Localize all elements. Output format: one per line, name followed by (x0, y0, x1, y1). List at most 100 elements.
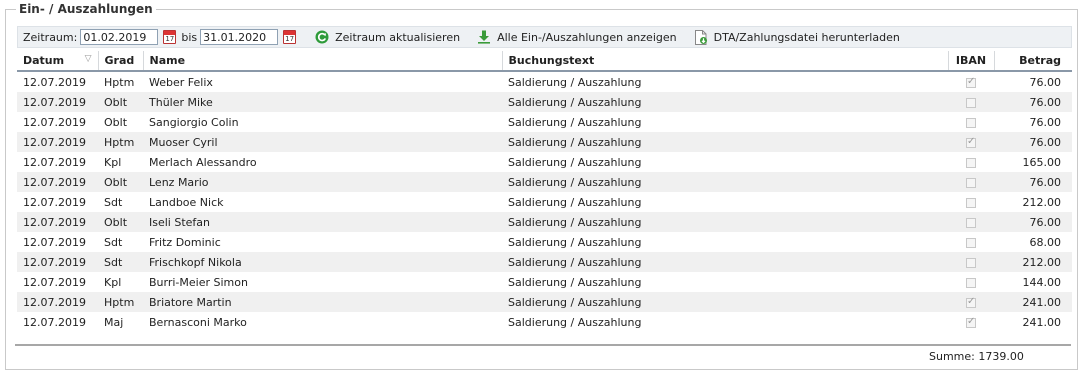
iban-checkbox (966, 257, 976, 268)
cell-iban (948, 92, 994, 112)
cell-datum: 12.07.2019 (17, 172, 98, 192)
table-row[interactable]: 12.07.2019 Sdt Frischkopf Nikola Saldierung… (17, 252, 1072, 272)
to-date-input[interactable] (200, 29, 279, 45)
iban-checkbox (966, 217, 976, 228)
refresh-icon (315, 30, 329, 44)
cell-datum: 12.07.2019 (17, 212, 98, 232)
cell-buchungstext: Saldierung / Auszahlung (502, 252, 948, 272)
cell-betrag: 76.00 (994, 132, 1072, 152)
col-datum-header[interactable]: Datum ▽ (17, 51, 99, 72)
show-all-button[interactable]: Alle Ein-/Auszahlungen anzeigen (477, 30, 677, 44)
col-buchungstext-header[interactable]: Buchungstext (502, 51, 949, 72)
cell-buchungstext: Saldierung / Auszahlung (508, 235, 642, 249)
cell-name: Fritz Dominic (149, 235, 221, 249)
col-name-header[interactable]: Name (143, 51, 503, 72)
cell-name: Lenz Mario (143, 172, 502, 192)
cell-datum: 12.07.2019 (17, 132, 98, 152)
cell-name: Iseli Stefan (143, 212, 502, 232)
table-row[interactable]: 12.07.2019 Hptm Muoser Cyril Saldierung / A… (17, 132, 1072, 152)
iban-checkbox (966, 97, 976, 108)
cell-buchungstext: Saldierung / Auszahlung (508, 155, 642, 169)
cell-buchungstext: Saldierung / Auszahlung (502, 292, 948, 312)
cell-iban (948, 252, 994, 272)
iban-checkbox (966, 316, 976, 328)
from-label: Zeitraum: (23, 30, 78, 44)
table-row[interactable]: 12.07.2019 Kpl Merlach Alessandro Saldierun… (17, 152, 1072, 172)
iban-checkbox (966, 76, 976, 88)
table-row[interactable]: 12.07.2019 Kpl Burri-Meier Simon Saldierung… (17, 272, 1072, 292)
cell-name: Weber Felix (149, 75, 213, 89)
cell-grad: Sdt (98, 252, 143, 272)
download-dta-button[interactable]: DTA/Zahlungsdatei herunterladen (694, 29, 900, 45)
cell-betrag: 241.00 (1022, 315, 1062, 329)
cell-datum: 12.07.2019 (23, 115, 86, 129)
cell-name: Burri-Meier Simon (149, 275, 248, 289)
iban-checkbox (966, 177, 976, 188)
table-row[interactable]: 12.07.2019 Oblt Thüler Mike Saldierung / Au… (17, 92, 1072, 112)
refresh-range-label: Zeitraum aktualisieren (335, 30, 461, 44)
cell-buchungstext: Saldierung / Auszahlung (508, 275, 642, 289)
cell-betrag: 212.00 (994, 252, 1072, 272)
table-header: Datum ▽ Grad Name Buchungstext IBAN Betra… (17, 51, 1072, 72)
cell-buchungstext: Saldierung / Auszahlung (502, 92, 948, 112)
cell-iban (948, 312, 994, 332)
cell-buchungstext: Saldierung / Auszahlung (502, 212, 948, 232)
payments-table: Datum ▽ Grad Name Buchungstext IBAN Betra… (17, 51, 1072, 332)
cell-grad: Kpl (104, 155, 122, 169)
cell-betrag: 76.00 (994, 92, 1072, 112)
cell-datum: 12.07.2019 (23, 195, 86, 209)
cell-grad: Kpl (104, 275, 122, 289)
table-row[interactable]: 12.07.2019 Oblt Sangiorgio Colin Saldierung… (17, 112, 1072, 132)
cell-betrag: 76.00 (1029, 115, 1062, 129)
cell-iban (948, 112, 994, 132)
cell-betrag: 68.00 (1029, 235, 1062, 249)
cell-name: Thüler Mike (143, 92, 502, 112)
date-range-toolbar: Zeitraum: 17 bis 17 Zeitraum aktualisier… (17, 26, 1072, 48)
iban-checkbox (966, 117, 976, 128)
table-row[interactable]: 12.07.2019 Maj Bernasconi Marko Saldierung … (17, 312, 1072, 332)
cell-grad: Sdt (104, 195, 123, 209)
table-row[interactable]: 12.07.2019 Oblt Iseli Stefan Saldierung / A… (17, 212, 1072, 232)
col-iban-header[interactable]: IBAN (948, 51, 995, 72)
cell-datum: 12.07.2019 (23, 315, 86, 329)
cell-name: Landboe Nick (149, 195, 224, 209)
sum-total: Summe: 1739.00 (929, 350, 1024, 363)
from-date-input[interactable] (80, 29, 159, 45)
col-betrag-header[interactable]: Betrag (994, 51, 1072, 72)
section-title: Ein- / Auszahlungen (16, 1, 156, 17)
cell-name: Bernasconi Marko (149, 315, 247, 329)
cell-name: Merlach Alessandro (149, 155, 257, 169)
cell-grad: Maj (104, 315, 124, 329)
col-grad-header[interactable]: Grad (98, 51, 144, 72)
to-label: bis (181, 30, 198, 44)
cell-iban (948, 132, 994, 152)
iban-checkbox (966, 296, 976, 308)
table-row[interactable]: 12.07.2019 Sdt Landboe Nick Saldierung / Au… (17, 192, 1072, 212)
refresh-range-button[interactable]: Zeitraum aktualisieren (315, 30, 460, 44)
cell-betrag: 76.00 (994, 212, 1072, 232)
download-arrow-icon (477, 30, 491, 44)
cell-grad: Oblt (104, 115, 128, 129)
cell-datum: 12.07.2019 (17, 292, 98, 312)
cell-buchungstext: Saldierung / Auszahlung (508, 315, 642, 329)
cell-buchungstext: Saldierung / Auszahlung (502, 172, 948, 192)
cell-datum: 12.07.2019 (17, 92, 98, 112)
cell-grad: Hptm (98, 292, 143, 312)
cell-betrag: 144.00 (1022, 275, 1062, 289)
show-all-label: Alle Ein-/Auszahlungen anzeigen (497, 30, 677, 44)
table-row[interactable]: 12.07.2019 Hptm Briatore Martin Saldierung … (17, 292, 1072, 312)
cell-name: Muoser Cyril (143, 132, 502, 152)
table-row[interactable]: 12.07.2019 Hptm Weber Felix Saldierung / Au… (17, 71, 1072, 92)
cell-name: Frischkopf Nikola (143, 252, 502, 272)
cell-iban (948, 272, 994, 292)
cell-betrag: 241.00 (994, 292, 1072, 312)
cell-datum: 12.07.2019 (23, 235, 86, 249)
sort-icon: ▽ (84, 54, 92, 64)
cell-grad: Oblt (98, 172, 143, 192)
cell-datum: 12.07.2019 (23, 275, 86, 289)
table-row[interactable]: 12.07.2019 Oblt Lenz Mario Saldierung / Aus… (17, 172, 1072, 192)
cell-datum: 12.07.2019 (23, 75, 86, 89)
table-row[interactable]: 12.07.2019 Sdt Fritz Dominic Saldierung / A… (17, 232, 1072, 252)
from-calendar-icon[interactable]: 17 (163, 30, 177, 44)
to-calendar-icon[interactable]: 17 (283, 30, 297, 44)
